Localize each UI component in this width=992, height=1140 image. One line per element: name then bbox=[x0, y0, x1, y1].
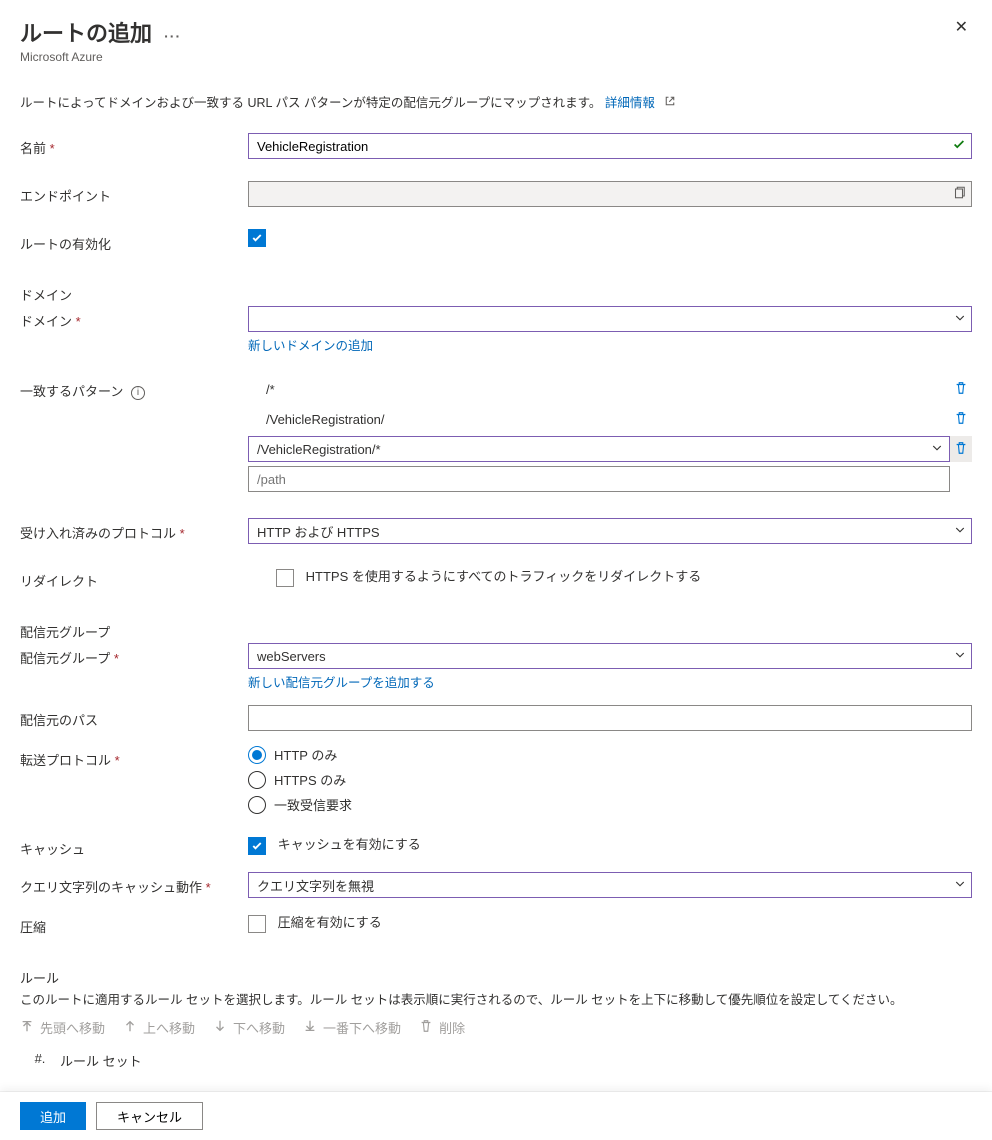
pattern-value[interactable]: /* bbox=[248, 376, 950, 402]
add-domain-link[interactable]: 新しいドメインの追加 bbox=[248, 335, 373, 354]
close-button[interactable]: ✕ bbox=[951, 16, 972, 40]
pattern-row-active: /VehicleRegistration/* bbox=[248, 436, 972, 462]
delete-icon[interactable] bbox=[954, 441, 968, 458]
pattern-new-input[interactable] bbox=[248, 466, 950, 492]
delete-icon[interactable] bbox=[954, 411, 968, 428]
add-button[interactable]: 追加 bbox=[20, 1102, 86, 1130]
compression-label: 圧縮 bbox=[20, 912, 248, 936]
compression-option-text: 圧縮を有効にする bbox=[278, 915, 382, 930]
forwarding-protocol-https[interactable]: HTTPS のみ bbox=[248, 770, 972, 789]
pattern-row: /VehicleRegistration/ bbox=[248, 406, 972, 432]
panel-title: ルートの追加 ··· bbox=[20, 16, 181, 48]
cache-option-text: キャッシュを有効にする bbox=[278, 837, 421, 852]
domain-label: ドメイン bbox=[20, 306, 248, 354]
query-behavior-value: クエリ文字列を無視 bbox=[257, 876, 374, 895]
forwarding-protocol-match[interactable]: 一致受信要求 bbox=[248, 795, 972, 814]
move-top-button[interactable]: 先頭へ移動 bbox=[20, 1018, 105, 1037]
accepted-protocols-value: HTTP および HTTPS bbox=[257, 522, 380, 541]
pattern-input-active[interactable]: /VehicleRegistration/* bbox=[248, 436, 950, 462]
forwarding-protocol-label: 転送プロトコル bbox=[20, 745, 248, 820]
delete-icon[interactable] bbox=[954, 381, 968, 398]
toolbar-label: 削除 bbox=[439, 1018, 465, 1037]
external-link-icon bbox=[664, 95, 676, 110]
radio-icon bbox=[248, 746, 266, 764]
endpoint-input bbox=[248, 181, 972, 207]
intro-text: ルートによってドメインおよび一致する URL パス パターンが特定の配信元グルー… bbox=[20, 92, 972, 111]
query-behavior-label: クエリ文字列のキャッシュ動作 bbox=[20, 872, 248, 898]
origin-group-select[interactable]: webServers bbox=[248, 643, 972, 669]
panel-title-text: ルートの追加 bbox=[20, 21, 152, 46]
rules-section-header: ルール bbox=[20, 968, 972, 987]
pattern-active-value: /VehicleRegistration/* bbox=[257, 442, 381, 457]
accepted-protocols-select[interactable]: HTTP および HTTPS bbox=[248, 518, 972, 544]
pattern-row: /* bbox=[248, 376, 972, 402]
pattern-row-new bbox=[248, 466, 972, 492]
forwarding-protocol-http[interactable]: HTTP のみ bbox=[248, 745, 972, 764]
move-bottom-button[interactable]: 一番下へ移動 bbox=[303, 1018, 401, 1037]
move-down-button[interactable]: 下へ移動 bbox=[213, 1018, 285, 1037]
toolbar-label: 上へ移動 bbox=[143, 1018, 195, 1037]
toolbar-label: 一番下へ移動 bbox=[323, 1018, 401, 1037]
toolbar-label: 先頭へ移動 bbox=[40, 1018, 105, 1037]
radio-label: HTTP のみ bbox=[274, 745, 337, 764]
accepted-protocols-label: 受け入れ済みのプロトコル bbox=[20, 518, 248, 544]
redirect-label: リダイレクト bbox=[20, 566, 248, 590]
panel-subtitle: Microsoft Azure bbox=[20, 50, 181, 64]
redirect-checkbox[interactable] bbox=[276, 569, 294, 587]
name-label: 名前 bbox=[20, 133, 248, 159]
origin-group-label: 配信元グループ bbox=[20, 643, 248, 691]
radio-label: HTTPS のみ bbox=[274, 770, 346, 789]
chevron-down-icon bbox=[931, 442, 943, 457]
cancel-button[interactable]: キャンセル bbox=[96, 1102, 203, 1130]
arrow-up-icon bbox=[123, 1019, 137, 1036]
rules-section-desc: このルートに適用するルール セットを選択します。ルール セットは表示順に実行され… bbox=[20, 989, 972, 1008]
compression-checkbox[interactable] bbox=[248, 915, 266, 933]
pattern-value[interactable]: /VehicleRegistration/ bbox=[248, 406, 950, 432]
cache-label: キャッシュ bbox=[20, 834, 248, 858]
rule-col-number: #. bbox=[20, 1051, 60, 1070]
radio-icon bbox=[248, 796, 266, 814]
info-icon[interactable]: i bbox=[131, 386, 145, 400]
domain-select[interactable] bbox=[248, 306, 972, 332]
enable-route-label: ルートの有効化 bbox=[20, 229, 248, 253]
name-input[interactable] bbox=[248, 133, 972, 159]
radio-label: 一致受信要求 bbox=[274, 795, 352, 814]
endpoint-label: エンドポイント bbox=[20, 181, 248, 207]
query-behavior-select[interactable]: クエリ文字列を無視 bbox=[248, 872, 972, 898]
cache-checkbox[interactable] bbox=[248, 837, 266, 855]
arrow-down-icon bbox=[213, 1019, 227, 1036]
add-origin-group-link[interactable]: 新しい配信元グループを追加する bbox=[248, 672, 435, 691]
origin-group-value: webServers bbox=[257, 649, 326, 664]
enable-route-checkbox[interactable] bbox=[248, 229, 266, 247]
delete-rule-button[interactable]: 削除 bbox=[419, 1018, 465, 1037]
redirect-option-text: HTTPS を使用するようにすべてのトラフィックをリダイレクトする bbox=[306, 569, 702, 584]
footer: 追加 キャンセル bbox=[0, 1092, 992, 1140]
arrow-top-icon bbox=[20, 1019, 34, 1036]
learn-more-link[interactable]: 詳細情報 bbox=[605, 96, 655, 110]
arrow-bottom-icon bbox=[303, 1019, 317, 1036]
move-up-button[interactable]: 上へ移動 bbox=[123, 1018, 195, 1037]
rule-list-header: #. ルール セット bbox=[20, 1051, 972, 1070]
patterns-label: 一致するパターン i bbox=[20, 376, 248, 496]
intro-text-content: ルートによってドメインおよび一致する URL パス パターンが特定の配信元グルー… bbox=[20, 96, 601, 110]
domain-section-header: ドメイン bbox=[20, 285, 972, 304]
rule-col-name: ルール セット bbox=[60, 1051, 142, 1070]
origin-path-label: 配信元のパス bbox=[20, 705, 248, 731]
toolbar-label: 下へ移動 bbox=[233, 1018, 285, 1037]
origin-path-input[interactable] bbox=[248, 705, 972, 731]
radio-icon bbox=[248, 771, 266, 789]
more-icon[interactable]: ··· bbox=[164, 28, 181, 44]
delete-icon bbox=[419, 1019, 433, 1036]
origin-group-section-header: 配信元グループ bbox=[20, 622, 972, 641]
rules-toolbar: 先頭へ移動 上へ移動 下へ移動 一番下へ移動 削除 bbox=[20, 1018, 972, 1037]
patterns-label-text: 一致するパターン bbox=[20, 384, 123, 399]
